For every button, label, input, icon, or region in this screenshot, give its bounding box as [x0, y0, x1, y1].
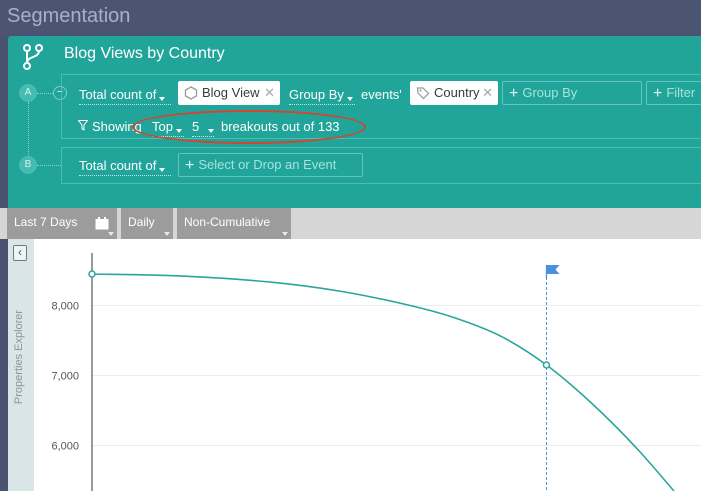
funnel-icon [78, 120, 88, 131]
app-header: Segmentation [0, 0, 701, 36]
row-a-connector [37, 93, 53, 94]
plus-icon: + [185, 157, 195, 174]
interval-button[interactable]: Daily [121, 208, 173, 239]
series-line [91, 273, 675, 491]
report-title[interactable]: Blog Views by Country [64, 45, 225, 63]
calendar-icon [95, 217, 109, 230]
y-tick-label: 7,000 [51, 371, 79, 383]
dropdown-underline [79, 104, 171, 105]
row-b-metric-label: Total count of [79, 158, 157, 173]
event-chip-label: Blog View [202, 85, 260, 100]
chevron-down-icon [346, 97, 353, 101]
select-event-label: Select or Drop an Event [198, 157, 337, 172]
segmentation-icon [23, 44, 43, 70]
property-chip-country[interactable]: Country ✕ [410, 81, 498, 105]
add-filter-label: Filter [666, 85, 696, 100]
data-point [88, 270, 96, 278]
dropdown-underline [79, 175, 171, 176]
add-group-by-button[interactable]: + Group By [502, 81, 642, 105]
dropdown-corner-icon [108, 232, 114, 236]
y-tick-label: 6,000 [51, 441, 79, 453]
events-label: events' [361, 87, 402, 102]
plus-icon: + [509, 85, 519, 102]
properties-explorer-label[interactable]: Properties Explorer [13, 307, 29, 407]
group-by-dropdown[interactable]: Group By [289, 87, 353, 102]
plus-icon: + [653, 85, 663, 102]
cumulative-mode-button[interactable]: Non-Cumulative [177, 208, 291, 239]
group-by-label: Group By [289, 87, 344, 102]
y-tick-label: 8,000 [51, 301, 79, 313]
row-a-metric-label: Total count of [79, 87, 157, 102]
dropdown-corner-icon [164, 232, 170, 236]
rows-connector [28, 102, 29, 162]
tag-icon [416, 87, 430, 100]
collapse-chevron-left-icon[interactable]: ‹ [13, 245, 27, 261]
add-filter-button[interactable]: + Filter [646, 81, 701, 105]
app-title: Segmentation [7, 5, 131, 27]
select-event-button[interactable]: + Select or Drop an Event [178, 153, 363, 177]
event-hexagon-icon [184, 86, 198, 100]
flag-icon [546, 265, 560, 274]
properties-explorer-panel: ‹ Properties Explorer [8, 239, 34, 491]
remove-event-icon[interactable]: ✕ [264, 81, 275, 105]
row-a-metric-dropdown[interactable]: Total count of [79, 87, 166, 102]
add-group-by-label: Group By [522, 85, 578, 100]
event-chip-blog-view[interactable]: Blog View ✕ [178, 81, 280, 105]
dropdown-corner-icon [282, 232, 288, 236]
chevron-down-icon [159, 168, 166, 172]
highlight-annotation [132, 110, 366, 144]
row-b-connector [37, 165, 61, 166]
data-point [542, 361, 551, 369]
cumulative-mode-label: Non-Cumulative [184, 215, 271, 229]
row-a-label: A [19, 84, 37, 102]
row-b-label: B [19, 156, 37, 174]
row-b-metric-dropdown[interactable]: Total count of [79, 158, 166, 173]
interval-label: Daily [128, 215, 155, 229]
date-range-button[interactable]: Last 7 Days [7, 208, 117, 239]
chart-toolbar: Last 7 Days Daily Non-Cumulative [0, 208, 701, 239]
date-range-label: Last 7 Days [14, 215, 78, 229]
remove-property-icon[interactable]: ✕ [482, 81, 493, 105]
chart-area: 8,000 7,000 6,000 [34, 239, 701, 491]
chevron-down-icon [159, 97, 166, 101]
line-chart: 8,000 7,000 6,000 [51, 253, 701, 491]
property-chip-label: Country [434, 85, 480, 100]
dropdown-underline [289, 104, 355, 105]
